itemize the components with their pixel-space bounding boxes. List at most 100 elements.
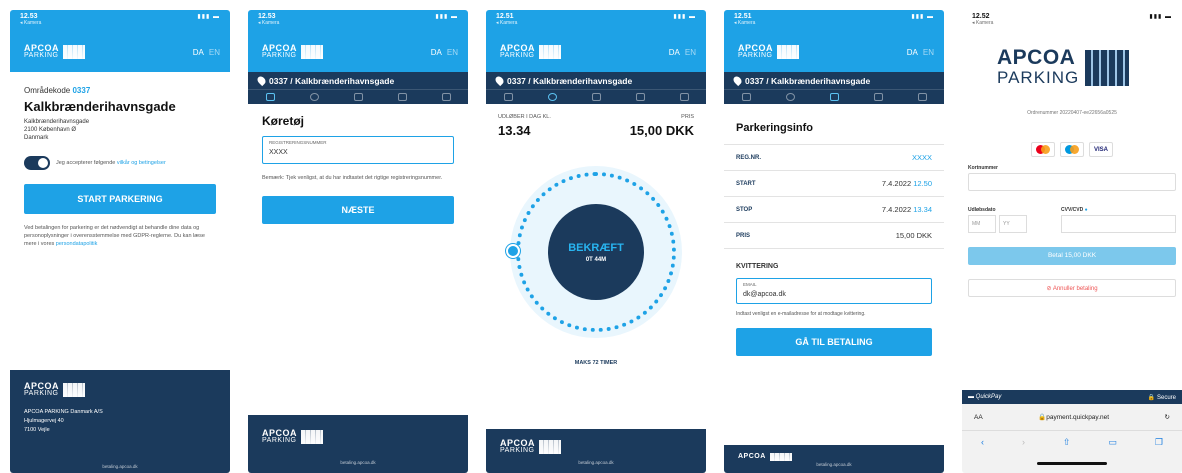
remark-text: Bemærk: Tjek venligst, at du har indtast… bbox=[262, 175, 443, 181]
safari-toolbar: ‹ › ⇧ ▭ ❐ bbox=[962, 430, 1182, 473]
dial-handle[interactable] bbox=[506, 244, 520, 258]
footer-company: APCOA PARKING Danmark A/S bbox=[24, 409, 103, 415]
tab-vehicle[interactable] bbox=[265, 93, 275, 101]
card-brands: VISA bbox=[962, 142, 1182, 157]
back-icon[interactable]: ‹ bbox=[981, 437, 984, 448]
terms-toggle[interactable] bbox=[24, 156, 50, 170]
cancel-icon: ⊘ bbox=[1046, 286, 1052, 292]
status-bar: 12.51 ◂ Kamera ▮▮▮ ▬ bbox=[734, 13, 934, 26]
location-pin-icon bbox=[493, 74, 506, 87]
price-label: PRIS bbox=[681, 114, 694, 120]
tab-duration[interactable] bbox=[309, 93, 319, 101]
info-row-regnr: REG.NR. XXXX bbox=[724, 145, 944, 171]
gdpr-notice: Ved betalingen for parkering er det nødv… bbox=[24, 225, 205, 247]
bookmarks-icon[interactable]: ▭ bbox=[1108, 437, 1117, 448]
apcoa-logo[interactable]: APCOA PARKING bbox=[500, 44, 562, 60]
step-tabs bbox=[724, 89, 944, 108]
next-button[interactable]: NÆSTE bbox=[262, 196, 454, 224]
cvv-input[interactable] bbox=[1061, 215, 1176, 233]
card-number-label: Kortnummer bbox=[968, 165, 999, 171]
logo-grid-icon bbox=[63, 45, 86, 59]
info-row-stop: STOP 7.4.2022 13.34 bbox=[724, 197, 944, 223]
tab-receipt[interactable] bbox=[917, 93, 927, 101]
start-parking-button[interactable]: START PARKERING bbox=[24, 184, 216, 214]
pay-button[interactable]: Betal 15,00 DKK bbox=[968, 247, 1176, 265]
email-hint: Indtast venligst en e-mailadresse for at… bbox=[736, 311, 866, 317]
back-to-camera[interactable]: ◂ Kamera bbox=[496, 20, 517, 26]
tab-vehicle[interactable] bbox=[741, 93, 751, 101]
tab-payment[interactable] bbox=[397, 93, 407, 101]
tab-info[interactable] bbox=[829, 93, 839, 101]
footer-url: betaling.apcoa.dk bbox=[102, 464, 138, 469]
lock-icon: 🔒 bbox=[1147, 394, 1156, 401]
tab-vehicle[interactable] bbox=[503, 93, 513, 101]
confirm-button[interactable]: BEKRÆFT 0T 44M bbox=[548, 204, 644, 300]
tab-payment[interactable] bbox=[635, 93, 645, 101]
street-name: Kalkbrænderihavnsgade bbox=[24, 99, 176, 114]
safari-url-bar[interactable]: AA 🔒payment.quickpay.net ↻ bbox=[962, 404, 1182, 430]
location-bar: 0337 / Kalkbrænderihavnsgade bbox=[486, 72, 706, 89]
footer-url: betaling.apcoa.dk bbox=[816, 462, 852, 467]
lang-da[interactable]: DA bbox=[431, 48, 442, 57]
tab-receipt[interactable] bbox=[441, 93, 451, 101]
apcoa-logo[interactable]: APCOA PARKING bbox=[262, 44, 324, 60]
home-indicator bbox=[1037, 462, 1107, 465]
maestro-icon bbox=[1060, 142, 1084, 157]
tab-info[interactable] bbox=[591, 93, 601, 101]
language-switch: DA EN bbox=[188, 48, 220, 57]
footer: APCOA betaling.apcoa.dk bbox=[724, 445, 944, 473]
lang-en[interactable]: EN bbox=[447, 48, 458, 57]
back-to-camera[interactable]: ◂ Kamera bbox=[734, 20, 755, 26]
tab-info[interactable] bbox=[353, 93, 363, 101]
step-tabs bbox=[486, 89, 706, 108]
footer: APCOA PARKING betaling.apcoa.dk bbox=[486, 429, 706, 473]
lang-da[interactable]: DA bbox=[907, 48, 918, 57]
lang-da[interactable]: DA bbox=[669, 48, 680, 57]
terms-link[interactable]: vilkår og betingelser bbox=[117, 160, 166, 166]
url-text: 🔒payment.quickpay.net bbox=[1038, 414, 1110, 421]
lang-en[interactable]: EN bbox=[209, 48, 220, 57]
lang-en[interactable]: EN bbox=[923, 48, 934, 57]
logo-grid-icon bbox=[1085, 50, 1130, 86]
duration-dial[interactable]: BEKRÆFT 0T 44M bbox=[506, 166, 682, 338]
forward-icon[interactable]: › bbox=[1022, 437, 1025, 448]
reload-icon[interactable]: ↻ bbox=[1165, 413, 1170, 421]
back-to-camera[interactable]: ◂ Kamera bbox=[972, 20, 993, 26]
apcoa-logo[interactable]: APCOA PARKING bbox=[738, 44, 800, 60]
apcoa-logo[interactable]: APCOA PARKING bbox=[24, 44, 86, 60]
mastercard-icon bbox=[1031, 142, 1055, 157]
footer-street: Hjulmagervej 40 bbox=[24, 418, 64, 424]
lang-en[interactable]: EN bbox=[685, 48, 696, 57]
tab-duration[interactable] bbox=[547, 93, 557, 101]
status-bar: 12.51 ◂ Kamera ▮▮▮ ▬ bbox=[496, 13, 696, 26]
tabs-icon[interactable]: ❐ bbox=[1155, 437, 1163, 448]
status-bar: 12.53 ◂ Kamera ▮▮▮ ▬ bbox=[258, 13, 458, 26]
location-pin-icon bbox=[731, 74, 744, 87]
apcoa-parking-logo: APCOA PARKING bbox=[997, 47, 1147, 88]
visa-icon: VISA bbox=[1089, 142, 1113, 157]
expiry-year-input[interactable]: YY bbox=[999, 215, 1027, 233]
info-row-price: PRIS 15,00 DKK bbox=[724, 223, 944, 249]
phone-duration: 12.51 ◂ Kamera ▮▮▮ ▬ APCOA PARKING DA EN 03… bbox=[486, 10, 706, 473]
status-bar: 12.53 ◂ Kamera ▮▮▮ ▬ bbox=[10, 10, 230, 32]
privacy-link[interactable]: persondatapolitik bbox=[56, 241, 98, 247]
back-to-camera[interactable]: ◂ Kamera bbox=[20, 20, 41, 26]
back-to-camera[interactable]: ◂ Kamera bbox=[258, 20, 279, 26]
screenshot-collage: 12.53 ◂ Kamera ▮▮▮ ▬ APCOA PARKING DA EN Om… bbox=[0, 0, 1182, 473]
receipt-label: KVITTERING bbox=[736, 263, 779, 270]
expiry-month-input[interactable]: MM bbox=[968, 215, 996, 233]
signal-battery-icon: ▮▮▮ ▬ bbox=[197, 14, 220, 20]
cancel-payment-button[interactable]: ⊘ Annuller betaling bbox=[968, 279, 1176, 297]
email-field[interactable]: EMAIL dk@apcoa.dk bbox=[736, 278, 932, 304]
share-icon[interactable]: ⇧ bbox=[1063, 437, 1071, 448]
info-icon[interactable]: ● bbox=[1085, 207, 1088, 213]
registration-number-field[interactable]: REGISTRERINGSNUMMER XXXX bbox=[262, 136, 454, 164]
go-to-payment-button[interactable]: GÅ TIL BETALING bbox=[736, 328, 932, 356]
card-number-input[interactable] bbox=[968, 173, 1176, 191]
lang-da[interactable]: DA bbox=[193, 48, 204, 57]
reader-button[interactable]: AA bbox=[974, 414, 983, 421]
tab-receipt[interactable] bbox=[679, 93, 689, 101]
location-bar: 0337 / Kalkbrænderihavnsgade bbox=[248, 72, 468, 89]
tab-duration[interactable] bbox=[785, 93, 795, 101]
tab-payment[interactable] bbox=[873, 93, 883, 101]
